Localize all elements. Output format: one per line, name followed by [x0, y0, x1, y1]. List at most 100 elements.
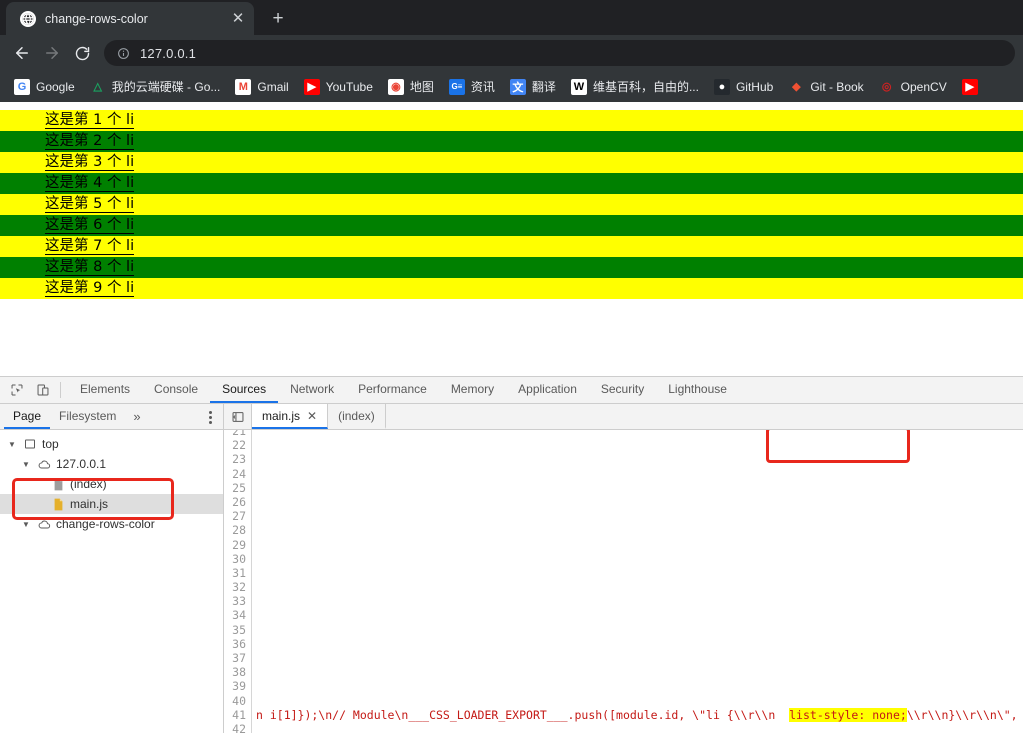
line-number: 35: [232, 622, 246, 637]
google-drive-icon: △: [93, 81, 102, 93]
bookmark-item[interactable]: G Google: [8, 76, 81, 98]
navigator-tab-page[interactable]: Page: [4, 404, 51, 429]
bookmark-label: 地图: [409, 80, 434, 94]
chevron-down-icon[interactable]: ▼: [20, 520, 32, 529]
page-viewport: 这是第 1 个 li 这是第 2 个 li 这是第 3 个 li 这是第 4 个 li…: [0, 102, 1023, 376]
navigator-menu-icon[interactable]: [203, 408, 217, 426]
bookmark-item[interactable]: ▶ YouTube: [298, 76, 379, 98]
reload-icon[interactable]: [68, 39, 96, 67]
new-tab-button[interactable]: +: [264, 4, 292, 32]
opencv-icon: ◎: [881, 81, 892, 93]
file-tree-item[interactable]: ▼ top: [0, 434, 223, 454]
devtools-tab-console[interactable]: Console: [142, 377, 210, 403]
navigator-tabs: Page Filesystem »: [0, 404, 223, 430]
close-icon[interactable]: ✕: [307, 409, 317, 423]
file-tree-item[interactable]: (index): [0, 474, 223, 494]
inspect-element-icon[interactable]: [4, 378, 30, 402]
wikipedia-icon: W: [570, 78, 587, 95]
bookmark-item[interactable]: ◉ 地图: [382, 75, 440, 98]
navigator-more-tabs[interactable]: »: [125, 404, 148, 429]
line-number-gutter: 21 22 23 24 25 26 27 28 29 30 31 32 33 34 35 36 37 38 39 40…: [224, 430, 252, 733]
bookmark-label: Git - Book: [810, 79, 864, 94]
chevron-down-icon[interactable]: ▼: [20, 460, 32, 469]
code-highlight: list-style: none;: [789, 707, 907, 722]
file-tree-item[interactable]: ▼ change-rows-color: [0, 514, 223, 534]
bookmark-item[interactable]: ▶: [956, 76, 984, 98]
devtools-tab-elements[interactable]: Elements: [68, 377, 142, 403]
google-icon: G: [14, 78, 30, 95]
file-tree-item[interactable]: ▼ 127.0.0.1: [0, 454, 223, 474]
devtools-tab-memory[interactable]: Memory: [439, 377, 506, 403]
navigator-tab-filesystem[interactable]: Filesystem: [50, 404, 125, 429]
bookmark-label: Gmail: [257, 79, 289, 94]
file-tree-label: top: [42, 437, 59, 451]
forward-icon[interactable]: [38, 39, 66, 67]
list-item-label: 这是第 2 个 li: [45, 133, 135, 150]
devtools-tab-application[interactable]: Application: [506, 377, 589, 403]
file-tree-item[interactable]: main.js: [0, 494, 223, 514]
bookmark-label: Google: [36, 79, 75, 94]
line-number: 29: [232, 537, 246, 552]
devtools-tab-network[interactable]: Network: [278, 377, 346, 403]
line-number: 22: [232, 438, 246, 453]
address-bar-url: 127.0.0.1: [140, 45, 197, 61]
file-tree-label: 127.0.0.1: [56, 457, 107, 471]
list-item: 这是第 3 个 li: [0, 152, 1023, 173]
file-tree-label: change-rows-color: [56, 517, 155, 531]
bookmark-item[interactable]: ◆ Git - Book: [782, 76, 869, 98]
line-number: 34: [232, 608, 246, 623]
list-item-label: 这是第 4 个 li: [45, 175, 135, 192]
editor-tab-label: (index): [338, 408, 375, 423]
browser-tab[interactable]: change-rows-color ✕: [6, 2, 254, 35]
devtools-tab-lighthouse[interactable]: Lighthouse: [656, 377, 739, 403]
bookmark-item[interactable]: M Gmail: [229, 76, 294, 98]
line-number: 39: [232, 679, 246, 694]
devtools-tab-performance[interactable]: Performance: [346, 377, 439, 403]
editor-tab[interactable]: (index): [328, 404, 386, 429]
line-number: 36: [232, 636, 246, 651]
line-number: 32: [232, 580, 246, 595]
code-prefix: n i[1]});\n// Module\n___CSS_LOADER_EXPO…: [256, 707, 790, 722]
list-item: 这是第 9 个 li: [0, 278, 1023, 299]
browser-toolbar: 127.0.0.1: [0, 35, 1023, 71]
code-lines: n i[1]});\n// Module\n___CSS_LOADER_EXPO…: [252, 430, 1023, 733]
cloud-icon: [37, 518, 51, 531]
close-icon[interactable]: ✕: [230, 11, 246, 27]
bookmark-item[interactable]: W 维基百科，自由的...: [565, 75, 705, 98]
cloud-icon: [37, 458, 51, 471]
bookmark-label: GitHub: [735, 79, 774, 94]
line-number: 42: [232, 721, 246, 733]
youtube-icon: ▶: [303, 78, 320, 95]
bookmark-label: 翻译: [531, 80, 556, 94]
show-navigator-icon[interactable]: [224, 404, 252, 429]
bookmark-item[interactable]: 文翻译: [504, 75, 562, 98]
list-item-label: 这是第 7 个 li: [45, 238, 135, 255]
list-item-label: 这是第 9 个 li: [45, 280, 135, 297]
google-translate-icon: 文: [509, 78, 526, 95]
bookmark-item[interactable]: ● GitHub: [708, 76, 779, 98]
address-bar[interactable]: 127.0.0.1: [104, 40, 1015, 66]
line-number: 26: [232, 494, 246, 509]
code-view[interactable]: 21 22 23 24 25 26 27 28 29 30 31 32 33 34 35 36 37 38 39 40…: [224, 430, 1023, 733]
editor-tab[interactable]: main.js ✕: [252, 404, 329, 429]
bookmark-item[interactable]: ◎ OpenCV: [873, 76, 953, 98]
devtools-tab-sources[interactable]: Sources: [210, 377, 279, 403]
browser-window: change-rows-color ✕ + 127.0.0.1 G Google △…: [0, 0, 1023, 102]
line-number: 41: [232, 707, 246, 722]
device-toolbar-icon[interactable]: [30, 378, 56, 402]
devtools-tab-security[interactable]: Security: [589, 377, 656, 403]
bookmark-item[interactable]: G≡ 资讯: [443, 75, 501, 98]
chevron-down-icon[interactable]: ▼: [6, 440, 18, 449]
info-circle-icon[interactable]: [116, 46, 130, 60]
bookmark-item[interactable]: △ 我的云端硬碟 - Go...: [84, 75, 227, 98]
list-item: 这是第 6 个 li: [0, 215, 1023, 236]
tab-strip: change-rows-color ✕ +: [0, 0, 1023, 35]
back-icon[interactable]: [8, 39, 36, 67]
